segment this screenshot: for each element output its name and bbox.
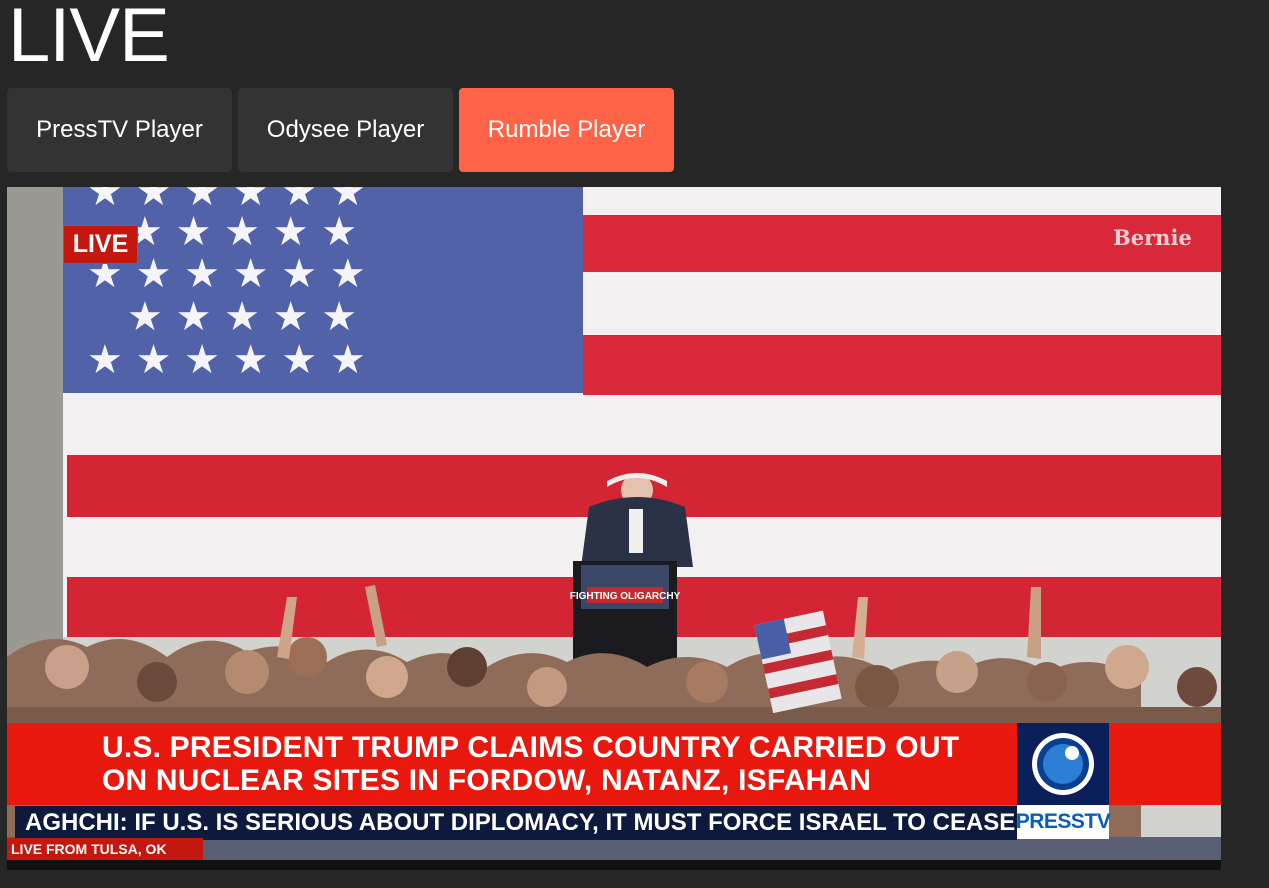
- headline-line-2: ON NUCLEAR SITES IN FORDOW, NATANZ, ISFA…: [102, 764, 872, 797]
- live-badge: LIVE: [63, 225, 138, 264]
- tab-odysee-player[interactable]: Odysee Player: [238, 88, 453, 172]
- bernie-watermark: Bernie: [1113, 225, 1192, 250]
- location-label: LIVE FROM TULSA, OK: [7, 838, 203, 860]
- flag-stars: ★ ★ ★ ★ ★ ★ ★ ★ ★ ★ ★ ★ ★ ★ ★ ★ ★ ★ ★ ★ …: [87, 187, 366, 383]
- presstv-logo-text: PRESSTV: [1016, 805, 1111, 839]
- page-title: LIVE: [8, 0, 170, 78]
- svg-text:★ ★ ★ ★ ★: ★ ★ ★ ★ ★: [127, 209, 357, 255]
- headline-line-1: U.S. PRESIDENT TRUMP CLAIMS COUNTRY CARR…: [102, 731, 960, 764]
- tab-rumble-player[interactable]: Rumble Player: [459, 88, 674, 172]
- tab-presstv-player[interactable]: PressTV Player: [7, 88, 232, 172]
- svg-text:★ ★ ★ ★ ★: ★ ★ ★ ★ ★: [127, 294, 357, 340]
- video-player[interactable]: ★ ★ ★ ★ ★ ★ ★ ★ ★ ★ ★ ★ ★ ★ ★ ★ ★ ★ ★ ★ …: [7, 187, 1221, 870]
- podium-sign-text: FIGHTING OLIGARCHY: [570, 591, 681, 602]
- presstv-globe-icon: [1032, 733, 1094, 795]
- presstv-logo: [1017, 723, 1109, 805]
- ticker-text: AGHCHI: IF U.S. IS SERIOUS ABOUT DIPLOMA…: [25, 809, 1016, 836]
- svg-text:★ ★ ★ ★ ★ ★: ★ ★ ★ ★ ★ ★: [87, 337, 366, 383]
- news-ticker: AGHCHI: IF U.S. IS SERIOUS ABOUT DIPLOMA…: [15, 806, 1017, 840]
- player-bottom-edge: [7, 860, 1221, 870]
